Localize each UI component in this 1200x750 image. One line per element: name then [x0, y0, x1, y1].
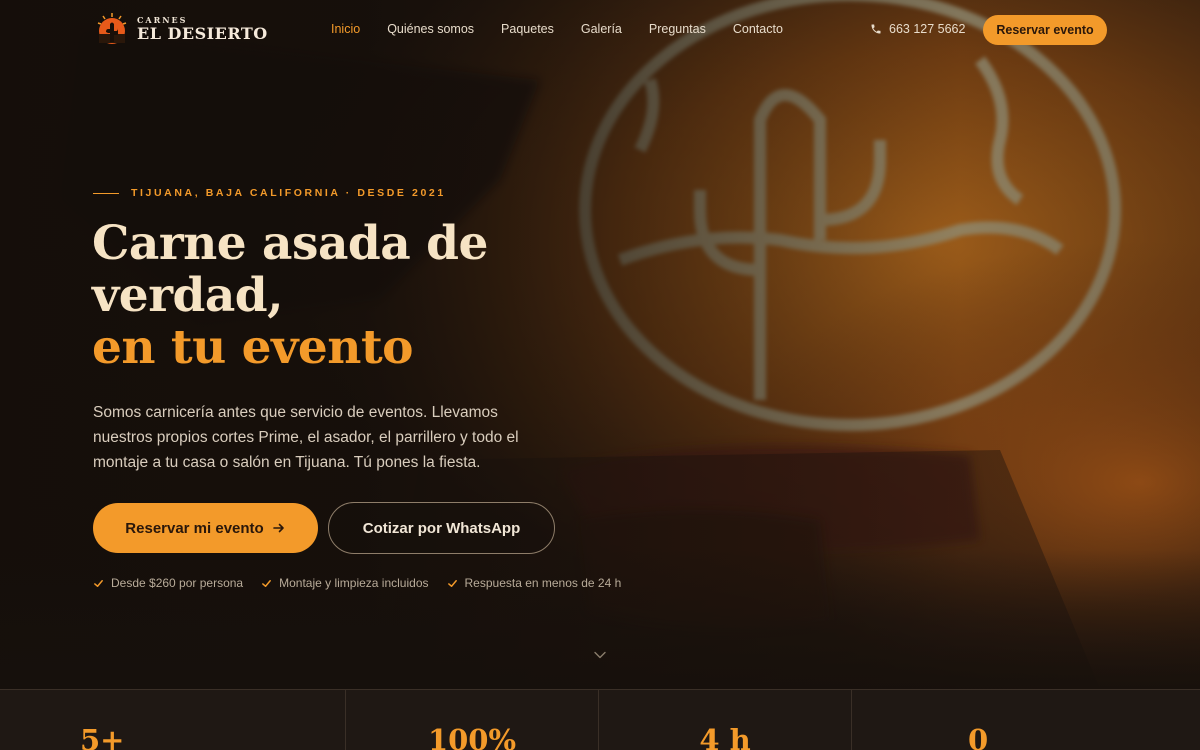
nav-links: Inicio Quiénes somos Paquetes Galería Pr…: [331, 22, 810, 36]
stat-value: 0: [968, 723, 989, 750]
stat-value: 5+: [80, 723, 125, 750]
brand-logo[interactable]: CARNES EL DESIERTO: [95, 12, 268, 46]
reservar-mi-evento-button[interactable]: Reservar mi evento: [93, 503, 318, 553]
hero-description: Somos carnicería antes que servicio de e…: [93, 404, 519, 471]
nav-link-paquetes[interactable]: Paquetes: [501, 22, 554, 36]
eyebrow-line: [93, 192, 119, 194]
perk-item: Desde $260 por persona: [93, 576, 243, 590]
cotizar-whatsapp-button[interactable]: Cotizar por WhatsApp: [328, 502, 555, 554]
nav-link-contacto[interactable]: Contacto: [733, 22, 783, 36]
headline-line-1: Carne asada de: [92, 216, 488, 271]
nav-link-quienes-somos[interactable]: Quiénes somos: [387, 22, 474, 36]
hero-headline: Carne asada de verdad, en tu evento: [92, 218, 612, 374]
perk-label: Desde $260 por persona: [111, 576, 244, 590]
check-icon: [447, 579, 457, 587]
hero-section: CARNES EL DESIERTO Inicio Quiénes somos …: [0, 0, 1200, 689]
cactus-sun-logo-icon: [97, 13, 127, 44]
top-navigation: CARNES EL DESIERTO Inicio Quiénes somos …: [0, 0, 1200, 60]
perk-item: Respuesta en menos de 24 h: [447, 576, 622, 590]
eyebrow-text: TIJUANA, BAJA CALIFORNIA · DESDE 2021: [131, 187, 446, 199]
perk-label: Respuesta en menos de 24 h: [464, 576, 622, 590]
headline-line-2: verdad,: [92, 268, 284, 323]
stat-value: 4 h: [699, 723, 751, 750]
hero-bottom-fade: [0, 549, 1200, 689]
perk-label: Montaje y limpieza incluidos: [279, 576, 429, 590]
phone-number: 663 127 5662: [889, 22, 966, 36]
nav-link-galeria[interactable]: Galería: [581, 22, 622, 36]
stat-value: 100%: [427, 723, 517, 750]
stat-item: 100%: [346, 690, 599, 750]
stats-bar: 5+ 100% 4 h 0: [0, 689, 1200, 750]
stat-item: 5+: [0, 690, 346, 750]
stat-item: 4 h: [599, 690, 852, 750]
brand-top-label: CARNES: [137, 15, 188, 25]
hero-eyebrow: TIJUANA, BAJA CALIFORNIA · DESDE 2021: [93, 187, 446, 199]
hero-perks: Desde $260 por persona Montaje y limpiez…: [93, 576, 621, 590]
check-icon: [94, 579, 103, 587]
stat-item: 0: [852, 690, 1200, 750]
chevron-down-icon[interactable]: [593, 648, 607, 662]
primary-cta-label: Reservar mi evento: [125, 519, 264, 537]
nav-link-inicio[interactable]: Inicio: [331, 22, 360, 36]
reservar-evento-button[interactable]: Reservar evento: [983, 15, 1107, 45]
headline-accent: en tu evento: [92, 320, 414, 375]
nav-link-preguntas[interactable]: Preguntas: [649, 22, 706, 36]
brand-name: EL DESIERTO: [137, 24, 268, 43]
check-icon: [262, 579, 271, 587]
phone-icon: [871, 24, 881, 34]
phone-link[interactable]: 663 127 5662: [870, 22, 965, 36]
arrow-right-icon: [272, 523, 284, 533]
perk-item: Montaje y limpieza incluidos: [261, 576, 429, 590]
